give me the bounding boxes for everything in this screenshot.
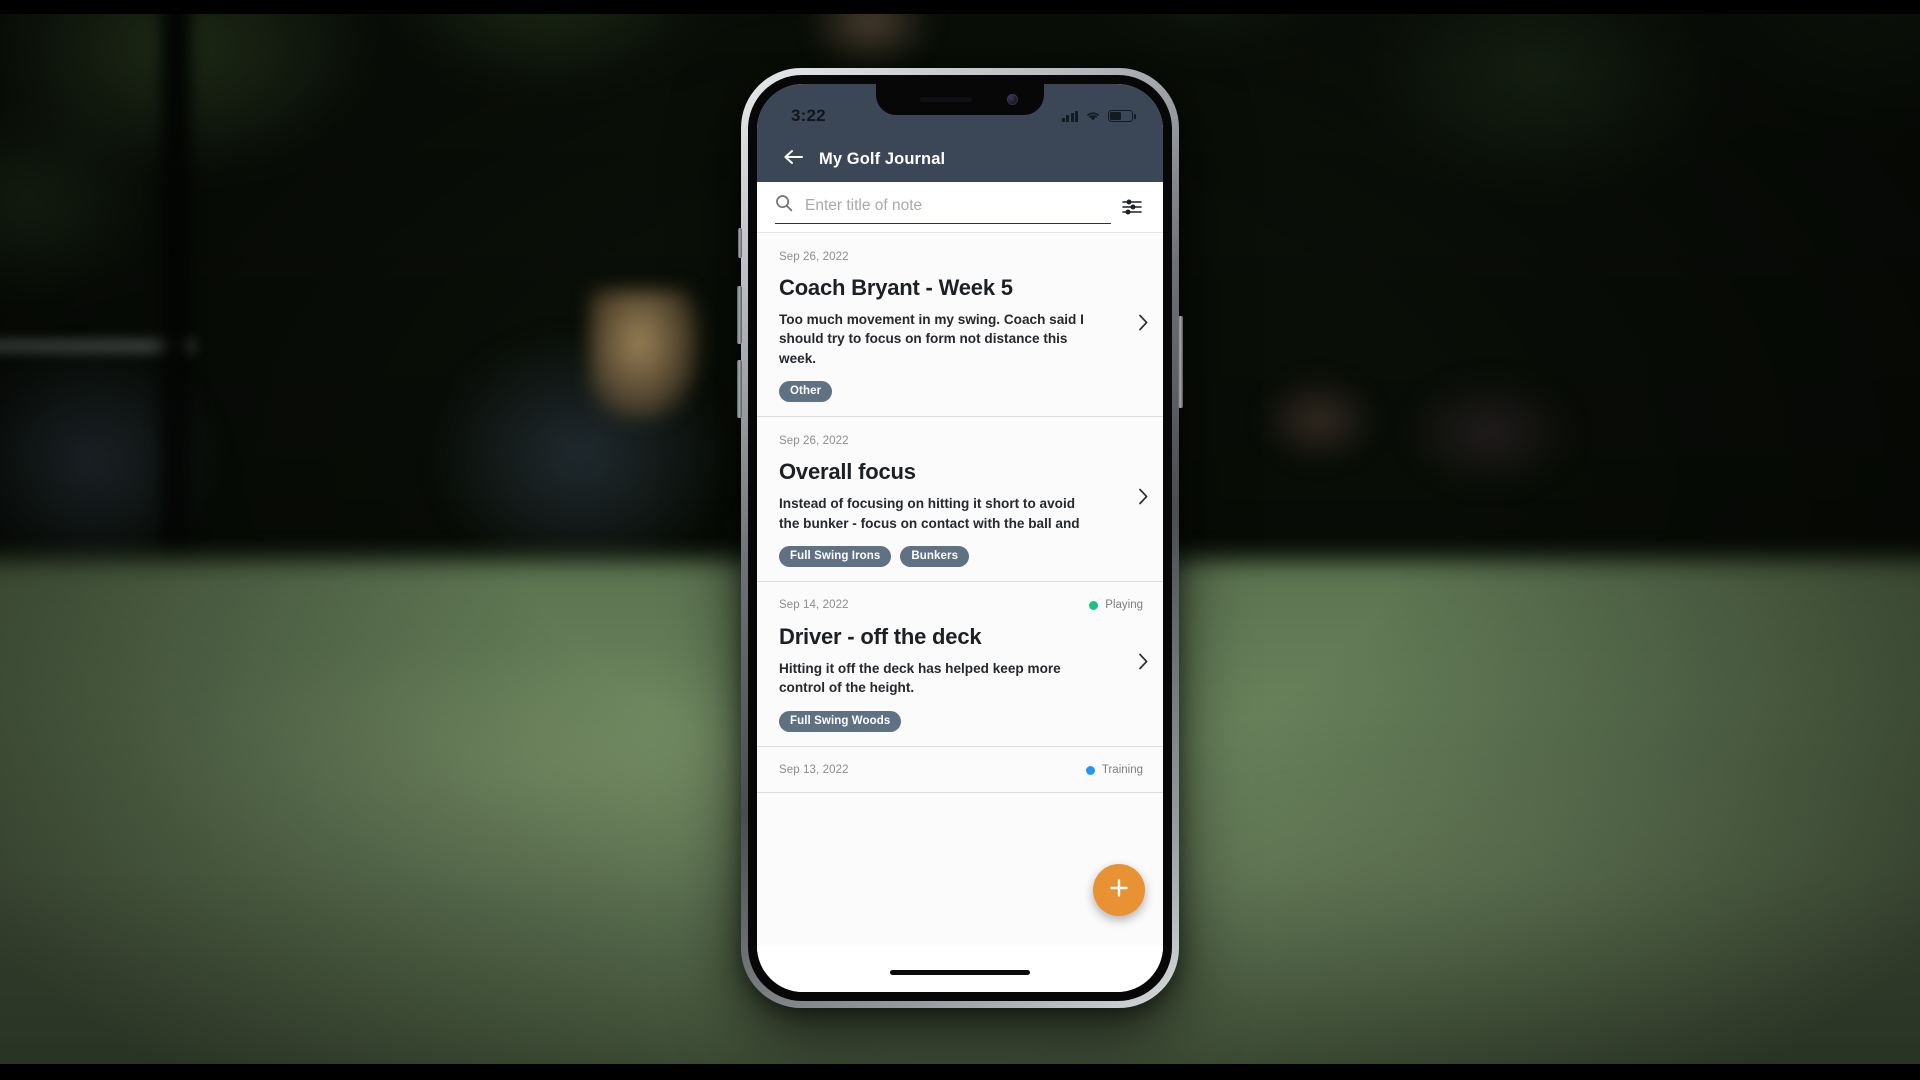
battery-icon xyxy=(1108,110,1136,122)
note-tag[interactable]: Full Swing Irons xyxy=(779,545,892,567)
filter-sliders-icon xyxy=(1122,198,1142,221)
note-tags: Full Swing Woods xyxy=(779,710,1143,732)
status-label: Playing xyxy=(1105,599,1143,612)
wifi-icon xyxy=(1085,110,1101,122)
power-button[interactable] xyxy=(1178,316,1183,408)
note-card[interactable]: Sep 26, 2022 Overall focus Instead of fo… xyxy=(757,417,1163,582)
page-title: My Golf Journal xyxy=(819,149,946,168)
phone-screen: 3:22 My Golf Journal Enter title of note… xyxy=(757,84,1163,992)
earpiece-speaker xyxy=(920,97,972,102)
chevron-right-icon[interactable] xyxy=(1138,652,1149,675)
status-dot-icon xyxy=(1085,765,1095,775)
note-list[interactable]: Sep 26, 2022 Coach Bryant - Week 5 Too m… xyxy=(757,233,1163,992)
note-title: Coach Bryant - Week 5 xyxy=(779,275,1013,300)
notch xyxy=(876,84,1044,115)
note-card[interactable]: Sep 26, 2022 Coach Bryant - Week 5 Too m… xyxy=(757,233,1163,418)
search-icon xyxy=(775,194,793,217)
note-tags: Full Swing Irons Bunkers xyxy=(779,545,1143,567)
note-body: Hitting it off the deck has helped keep … xyxy=(779,661,1061,696)
status-dot-icon xyxy=(1089,600,1099,610)
home-indicator-area xyxy=(757,945,1163,992)
note-date: Sep 26, 2022 xyxy=(779,434,849,447)
note-meta-row: Sep 14, 2022 Playing xyxy=(779,598,1143,613)
status-icons xyxy=(1061,110,1136,122)
note-date: Sep 14, 2022 xyxy=(779,599,849,612)
note-tags: Other xyxy=(779,381,1143,403)
status-badge: Training xyxy=(1085,764,1143,777)
cellular-signal-icon xyxy=(1061,110,1078,122)
note-meta-row: Sep 26, 2022 xyxy=(779,433,1143,448)
status-label: Training xyxy=(1101,764,1143,777)
search-bar xyxy=(757,182,1163,233)
note-tag[interactable]: Bunkers xyxy=(900,545,970,567)
phone-bezel: 3:22 My Golf Journal Enter title of note… xyxy=(748,75,1172,1001)
note-tag[interactable]: Full Swing Woods xyxy=(779,710,902,732)
status-time: 3:22 xyxy=(791,106,826,125)
add-note-button[interactable] xyxy=(1093,864,1145,916)
phone-device: 3:22 My Golf Journal Enter title of note… xyxy=(737,68,1183,1008)
back-arrow-icon xyxy=(783,149,805,170)
volume-up-button[interactable] xyxy=(737,286,742,344)
chevron-right-icon[interactable] xyxy=(1138,487,1149,510)
note-title: Overall focus xyxy=(779,459,916,485)
letterbox-bottom xyxy=(0,1064,1920,1080)
note-meta-row: Sep 26, 2022 xyxy=(779,249,1143,264)
note-tag[interactable]: Other xyxy=(779,381,833,403)
note-card[interactable]: Sep 13, 2022 Training xyxy=(757,746,1163,793)
app-bar: My Golf Journal xyxy=(757,136,1163,182)
battery-fill xyxy=(1110,112,1121,120)
note-meta-row: Sep 13, 2022 Training xyxy=(779,763,1143,778)
silent-switch-button[interactable] xyxy=(738,228,742,258)
back-button[interactable] xyxy=(779,144,809,174)
letterbox-top xyxy=(0,0,1920,14)
status-badge: Playing xyxy=(1089,599,1143,611)
home-indicator[interactable] xyxy=(890,970,1030,975)
note-body: Instead of focusing on hitting it short … xyxy=(779,496,1080,531)
note-title: Driver - off the deck xyxy=(779,623,982,649)
plus-icon xyxy=(1107,876,1131,905)
note-date: Sep 13, 2022 xyxy=(779,764,849,777)
note-card[interactable]: Sep 14, 2022 Playing Driver - off the de… xyxy=(757,581,1163,747)
search-field[interactable] xyxy=(775,194,1111,224)
front-camera-icon xyxy=(1007,94,1018,105)
search-input[interactable] xyxy=(805,196,1111,215)
note-body: Too much movement in my swing. Coach sai… xyxy=(779,312,1084,366)
note-date: Sep 26, 2022 xyxy=(779,250,849,263)
volume-down-button[interactable] xyxy=(737,360,742,418)
filter-button[interactable] xyxy=(1115,194,1149,224)
chevron-right-icon[interactable] xyxy=(1138,313,1149,336)
